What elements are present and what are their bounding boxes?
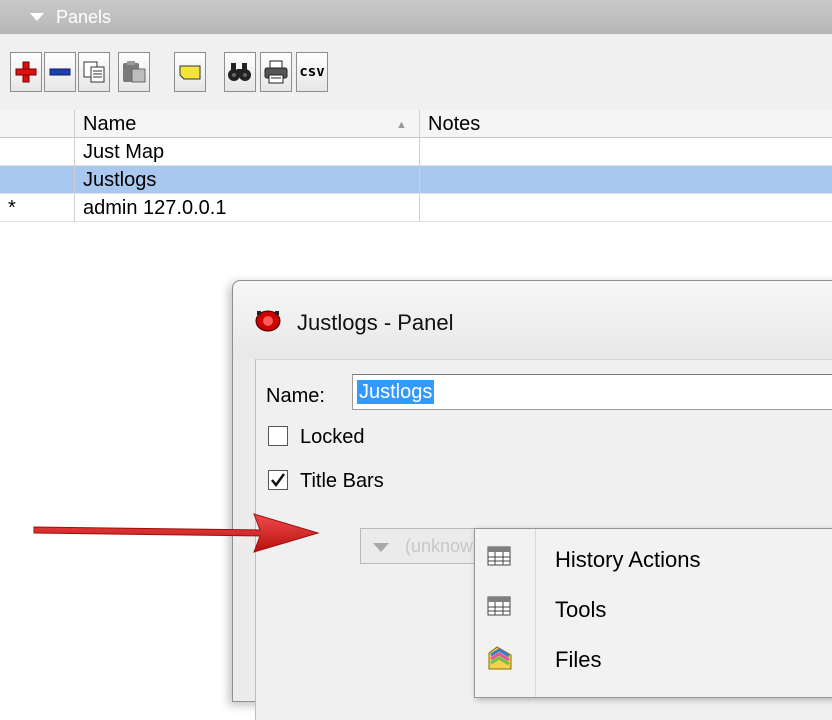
chevron-down-icon [373,543,389,552]
panels-title: Panels [56,7,112,27]
add-button[interactable] [10,52,42,92]
name-field[interactable]: Justlogs [352,374,832,410]
red-arrow-annotation [33,513,320,553]
dialog-titlebar[interactable]: Justlogs - Panel [233,281,832,359]
csv-button[interactable]: csv [296,52,328,92]
copy-icon [83,61,105,83]
minus-icon [49,68,71,76]
binoculars-icon [228,63,251,81]
row-notes [420,166,832,194]
row-marker [0,166,75,194]
copy-button[interactable] [78,52,110,92]
sort-ascending-icon: ▲ [396,119,407,131]
column-header-name[interactable]: Name [75,110,420,138]
table-header: Name ▲ Notes [0,110,832,138]
title-bars-checkbox[interactable] [268,470,288,490]
row-name: Justlogs [75,166,420,194]
row-marker [0,138,75,166]
table-icon [487,596,511,616]
panel-app-icon [255,310,281,332]
menu-item-label: Tools [555,597,607,622]
find-button[interactable] [224,52,256,92]
row-notes [420,138,832,166]
row-marker: * [0,194,75,222]
row-name: Just Map [75,138,420,166]
locked-checkbox[interactable] [268,426,288,446]
column-header-notes[interactable]: Notes [420,110,832,138]
popup-menu: History Actions Tools Files [474,528,832,698]
table-row[interactable]: * admin 127.0.0.1 [0,194,832,222]
print-button[interactable] [260,52,292,92]
menu-item-label: History Actions [555,547,701,572]
panels-header[interactable]: Panels [0,0,832,35]
table-row[interactable]: Just Map [0,138,832,166]
row-name: admin 127.0.0.1 [75,194,420,222]
table-row-selected[interactable]: Justlogs [0,166,832,194]
row-notes [420,194,832,222]
checkmark-icon [271,473,286,488]
table-icon [487,546,511,566]
files-icon [488,646,512,670]
column-header-marker[interactable] [0,110,75,138]
dialog-title: Justlogs - Panel [297,310,454,335]
collapse-arrow-icon[interactable] [30,13,44,21]
plus-icon [15,61,37,83]
menu-item-history-actions[interactable]: History Actions [475,533,832,583]
menu-item-label: Files [555,647,602,672]
locked-label: Locked [300,426,365,448]
printer-icon [264,60,288,84]
menu-item-files[interactable]: Files [475,633,832,683]
comment-button[interactable] [174,52,206,92]
csv-icon: csv [299,64,325,80]
paste-icon [123,61,146,83]
remove-button[interactable] [44,52,76,92]
note-icon [179,65,201,80]
title-bars-label: Title Bars [300,470,384,492]
name-field-value: Justlogs [357,380,435,404]
paste-button[interactable] [118,52,150,92]
name-label: Name: [266,385,325,407]
menu-item-tools[interactable]: Tools [475,583,832,633]
